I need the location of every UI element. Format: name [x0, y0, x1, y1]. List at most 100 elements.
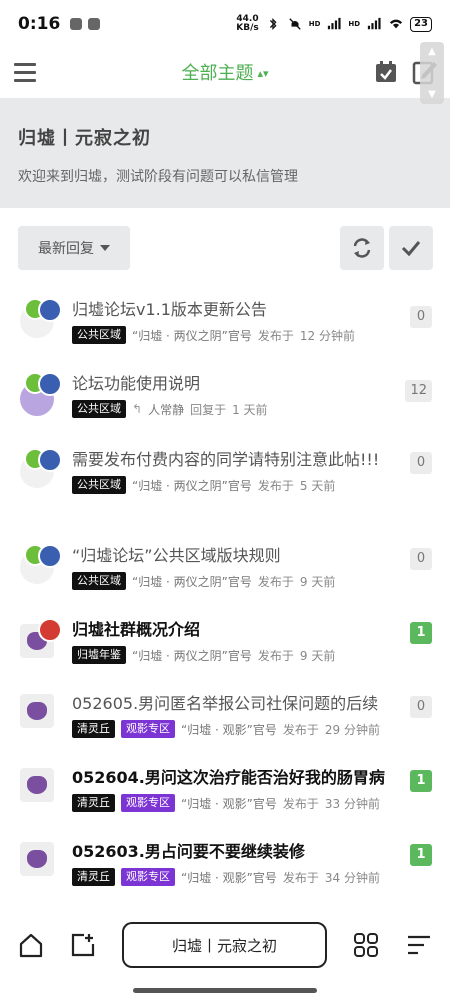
topic-action: 发布于 [282, 722, 319, 737]
reply-count-badge: 12 [405, 380, 432, 402]
signal-icon [367, 17, 381, 30]
tag-badge[interactable]: 观影专区 [121, 794, 175, 812]
app-notification-icon [88, 18, 101, 30]
topic-action: 发布于 [257, 574, 294, 589]
avatar [18, 766, 66, 810]
topic-title[interactable]: “归墟论坛”公共区域版块规则 [72, 544, 398, 568]
status-app-icons [70, 18, 101, 30]
avatar [20, 842, 54, 876]
tag-badge[interactable]: 清灵丘 [72, 868, 115, 886]
reply-count-badge: 0 [410, 452, 432, 474]
topic-time: 5 天前 [299, 478, 336, 493]
avatar [18, 692, 66, 736]
topic-time: 33 分钟前 [324, 796, 380, 811]
topic-item[interactable]: 052603.男占问要不要继续装修 清灵丘 观影专区 “归墟 · 观影”官号 发… [0, 840, 450, 900]
topic-meta: 公共区域 “归墟 · 两仪之阴”官号 发布于 12 分钟前 [72, 326, 398, 344]
status-indicators: 44.0 KB/s HD HD 23 [236, 15, 432, 33]
home-icon[interactable] [18, 932, 44, 958]
refresh-button[interactable] [340, 226, 384, 270]
battery-indicator: 23 [410, 16, 432, 32]
tag-badge[interactable]: 公共区域 [72, 326, 126, 344]
layers-badge-icon [38, 298, 62, 322]
topic-title[interactable]: 052603.男占问要不要继续装修 [72, 840, 398, 864]
sort-label: 最新回复 [38, 241, 94, 257]
topic-action: 发布于 [257, 648, 294, 663]
chevron-down-icon [100, 245, 110, 251]
chevron-down-icon: ▼ [428, 89, 436, 100]
topic-author[interactable]: “归墟 · 观影”官号 [181, 721, 277, 738]
layers-badge-icon [38, 372, 62, 396]
status-bar: 0:16 44.0 KB/s HD HD 23 [0, 0, 450, 48]
home-indicator[interactable] [133, 988, 317, 993]
bluetooth-icon [269, 18, 277, 30]
grid-icon[interactable] [353, 932, 379, 958]
topic-author[interactable]: “归墟 · 两仪之阴”官号 [132, 327, 252, 344]
topic-meta: 清灵丘 观影专区 “归墟 · 观影”官号 发布于 29 分钟前 [72, 720, 398, 738]
reply-count-badge: 1 [410, 622, 432, 644]
layers-badge-icon [38, 448, 62, 472]
topic-action: 发布于 [282, 796, 319, 811]
reply-count-badge: 1 [410, 770, 432, 792]
mark-all-read-button[interactable] [389, 226, 433, 270]
topic-author[interactable]: “归墟 · 观影”官号 [181, 795, 277, 812]
topic-title[interactable]: 052604.男问这次治疗能否治好我的肠胃病 [72, 766, 398, 790]
reply-count-badge: 0 [410, 696, 432, 718]
chevron-up-icon: ▲ [428, 46, 436, 57]
avatar [18, 618, 66, 662]
topic-title[interactable]: 论坛功能使用说明 [72, 372, 398, 396]
new-post-icon[interactable] [70, 932, 96, 958]
pin-badge-icon [38, 618, 62, 642]
tag-badge[interactable]: 归墟年鉴 [72, 646, 126, 664]
topic-time: 1 天前 [232, 402, 268, 417]
topic-author[interactable]: “归墟 · 两仪之阴”官号 [132, 647, 252, 664]
wifi-icon [389, 19, 403, 29]
topic-title[interactable]: 归墟论坛v1.1版本更新公告 [72, 298, 398, 322]
sort-caret-icon: ▴▾ [257, 67, 269, 80]
tag-badge[interactable]: 观影专区 [121, 868, 175, 886]
topic-item[interactable]: 论坛功能使用说明 公共区域 ↰ 人常静 回复于 1 天前 12 [0, 372, 450, 432]
forum-hero: 归墟丨元寂之初 欢迎来到归墟，测试阶段有问题可以私信管理 [0, 98, 450, 208]
topic-meta: 清灵丘 观影专区 “归墟 · 观影”官号 发布于 34 分钟前 [72, 868, 398, 886]
topic-item[interactable]: 需要发布付费内容的同学请特别注意此帖!!! 公共区域 “归墟 · 两仪之阴”官号… [0, 448, 450, 524]
avatar [18, 298, 66, 342]
reply-icon: ↰ [132, 402, 143, 416]
reply-count-badge: 0 [410, 306, 432, 328]
topic-time: 34 分钟前 [324, 870, 380, 885]
topic-item[interactable]: 归墟社群概况介绍 归墟年鉴 “归墟 · 两仪之阴”官号 发布于 9 天前 1 [0, 618, 450, 678]
reply-count-badge: 1 [410, 844, 432, 866]
topic-time: 29 分钟前 [324, 722, 380, 737]
topic-title[interactable]: 需要发布付费内容的同学请特别注意此帖!!! [72, 448, 398, 472]
topic-time: 9 天前 [299, 574, 336, 589]
topic-author[interactable]: 人常静 [148, 401, 184, 418]
tag-badge[interactable]: 公共区域 [72, 572, 126, 590]
scroll-handle[interactable]: ▲ ▼ [420, 42, 444, 104]
topic-title[interactable]: 052605.男问匿名举报公司社保问题的后续 [72, 692, 398, 716]
topic-filter-label: 全部主题 [181, 63, 254, 84]
tag-badge[interactable]: 清灵丘 [72, 720, 115, 738]
tag-badge[interactable]: 公共区域 [72, 400, 126, 418]
topic-time: 12 分钟前 [299, 328, 355, 343]
topic-item[interactable]: 归墟论坛v1.1版本更新公告 公共区域 “归墟 · 两仪之阴”官号 发布于 12… [0, 298, 450, 358]
topic-title[interactable]: 归墟社群概况介绍 [72, 618, 398, 642]
topic-item[interactable]: “归墟论坛”公共区域版块规则 公共区域 “归墟 · 两仪之阴”官号 发布于 9 … [0, 544, 450, 604]
topic-action: 发布于 [282, 870, 319, 885]
sort-dropdown-button[interactable]: 最新回复 [18, 226, 130, 270]
topic-author[interactable]: “归墟 · 两仪之阴”官号 [132, 573, 252, 590]
menu-lines-icon[interactable] [406, 932, 432, 958]
forum-home-label: 归墟丨元寂之初 [171, 936, 277, 955]
avatar [18, 448, 66, 492]
tag-badge[interactable]: 公共区域 [72, 476, 126, 494]
avatar [20, 694, 54, 728]
forum-home-button[interactable]: 归墟丨元寂之初 [122, 922, 327, 968]
topic-item[interactable]: 052605.男问匿名举报公司社保问题的后续 清灵丘 观影专区 “归墟 · 观影… [0, 692, 450, 752]
topic-action: 回复于 [190, 402, 227, 417]
topic-meta: 公共区域 “归墟 · 两仪之阴”官号 发布于 9 天前 [72, 572, 398, 590]
topic-item[interactable]: 052604.男问这次治疗能否治好我的肠胃病 清灵丘 观影专区 “归墟 · 观影… [0, 766, 450, 826]
topic-author[interactable]: “归墟 · 两仪之阴”官号 [132, 477, 252, 494]
tag-badge[interactable]: 清灵丘 [72, 794, 115, 812]
tag-badge[interactable]: 观影专区 [121, 720, 175, 738]
calendar-check-icon[interactable] [374, 60, 398, 84]
topic-author[interactable]: “归墟 · 观影”官号 [181, 869, 277, 886]
topic-meta: 归墟年鉴 “归墟 · 两仪之阴”官号 发布于 9 天前 [72, 646, 398, 664]
list-controls: 最新回复 [0, 226, 450, 272]
